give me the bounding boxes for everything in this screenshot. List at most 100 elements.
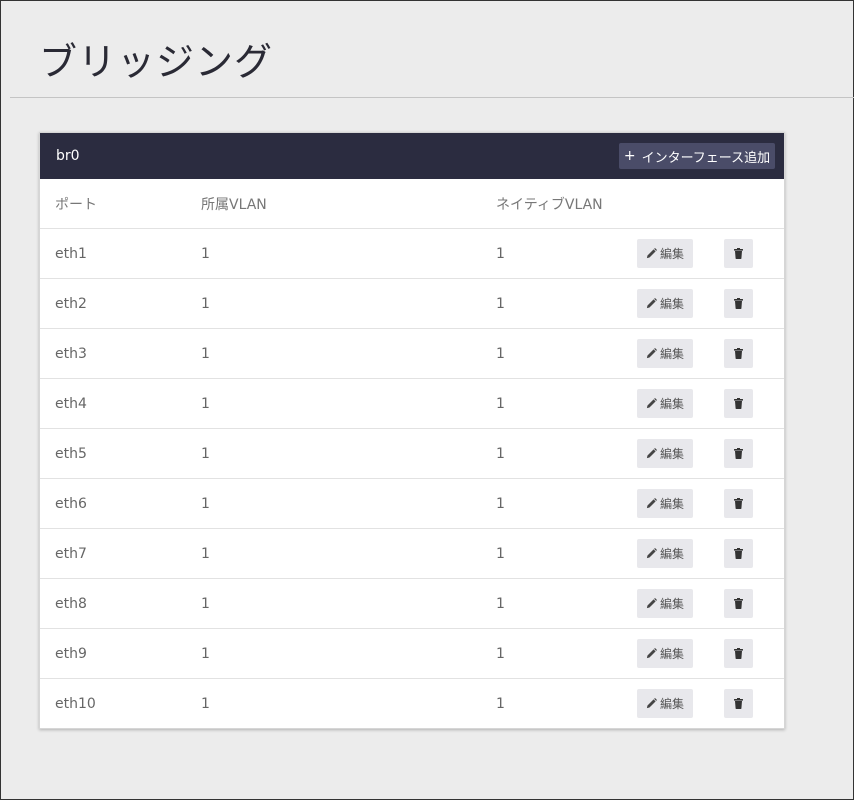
- table-row: eth8 1 1 編集: [40, 579, 784, 629]
- delete-button[interactable]: [724, 539, 753, 568]
- trash-icon: [734, 248, 743, 259]
- column-header-native-vlan: ネイティブVLAN: [496, 197, 603, 213]
- bridge-card-header: br0 + インターフェース追加: [40, 133, 784, 179]
- vlan-cell: 1: [201, 696, 210, 712]
- port-cell: eth8: [55, 596, 87, 612]
- pencil-icon: [646, 648, 657, 659]
- port-cell: eth2: [55, 296, 87, 312]
- edit-label: 編集: [659, 497, 684, 511]
- edit-button[interactable]: 編集: [637, 539, 693, 568]
- pencil-icon: [646, 598, 657, 609]
- edit-label: 編集: [659, 597, 684, 611]
- pencil-icon: [646, 398, 657, 409]
- trash-icon: [734, 298, 743, 309]
- edit-button[interactable]: 編集: [637, 389, 693, 418]
- native-vlan-cell: 1: [496, 296, 505, 312]
- port-table: ポート 所属VLAN ネイティブVLAN eth1 1 1 編集 eth2 1 …: [40, 179, 784, 729]
- vlan-cell: 1: [201, 596, 210, 612]
- bridge-card: br0 + インターフェース追加 ポート 所属VLAN ネイティブVLAN et…: [39, 132, 785, 729]
- table-row: eth4 1 1 編集: [40, 379, 784, 429]
- trash-icon: [734, 648, 743, 659]
- app-frame: ブリッジング br0 + インターフェース追加 ポート 所属VLAN ネイティブ…: [0, 0, 854, 800]
- column-header-port: ポート: [55, 197, 97, 213]
- edit-label: 編集: [659, 447, 684, 461]
- edit-label: 編集: [659, 347, 684, 361]
- table-row: eth9 1 1 編集: [40, 629, 784, 679]
- pencil-icon: [646, 348, 657, 359]
- edit-label: 編集: [659, 547, 684, 561]
- table-row: eth7 1 1 編集: [40, 529, 784, 579]
- trash-icon: [734, 348, 743, 359]
- vlan-cell: 1: [201, 296, 210, 312]
- native-vlan-cell: 1: [496, 496, 505, 512]
- pencil-icon: [646, 698, 657, 709]
- vlan-cell: 1: [201, 246, 210, 262]
- trash-icon: [734, 398, 743, 409]
- native-vlan-cell: 1: [496, 246, 505, 262]
- edit-button[interactable]: 編集: [637, 339, 693, 368]
- table-row: eth10 1 1 編集: [40, 679, 784, 729]
- port-cell: eth6: [55, 496, 87, 512]
- pencil-icon: [646, 298, 657, 309]
- port-cell: eth4: [55, 396, 87, 412]
- vlan-cell: 1: [201, 546, 210, 562]
- vlan-cell: 1: [201, 396, 210, 412]
- delete-button[interactable]: [724, 339, 753, 368]
- edit-label: 編集: [659, 647, 684, 661]
- pencil-icon: [646, 498, 657, 509]
- native-vlan-cell: 1: [496, 396, 505, 412]
- table-row: eth6 1 1 編集: [40, 479, 784, 529]
- port-cell: eth10: [55, 696, 96, 712]
- native-vlan-cell: 1: [496, 696, 505, 712]
- table-row: eth5 1 1 編集: [40, 429, 784, 479]
- vlan-cell: 1: [201, 496, 210, 512]
- vlan-cell: 1: [201, 646, 210, 662]
- trash-icon: [734, 548, 743, 559]
- native-vlan-cell: 1: [496, 346, 505, 362]
- edit-button[interactable]: 編集: [637, 589, 693, 618]
- pencil-icon: [646, 548, 657, 559]
- add-interface-button[interactable]: + インターフェース追加: [619, 143, 775, 169]
- pencil-icon: [646, 448, 657, 459]
- edit-button[interactable]: 編集: [637, 239, 693, 268]
- port-cell: eth5: [55, 446, 87, 462]
- edit-button[interactable]: 編集: [637, 689, 693, 718]
- edit-button[interactable]: 編集: [637, 289, 693, 318]
- port-cell: eth9: [55, 646, 87, 662]
- edit-button[interactable]: 編集: [637, 439, 693, 468]
- plus-icon: +: [623, 148, 636, 164]
- table-row: eth1 1 1 編集: [40, 229, 784, 279]
- vlan-cell: 1: [201, 346, 210, 362]
- pencil-icon: [646, 248, 657, 259]
- delete-button[interactable]: [724, 689, 753, 718]
- page-title: ブリッジング: [39, 40, 274, 84]
- port-cell: eth3: [55, 346, 87, 362]
- table-header-row: ポート 所属VLAN ネイティブVLAN: [40, 179, 784, 229]
- edit-button[interactable]: 編集: [637, 639, 693, 668]
- title-divider: [10, 97, 854, 98]
- column-header-vlan: 所属VLAN: [201, 197, 267, 213]
- edit-label: 編集: [659, 247, 684, 261]
- delete-button[interactable]: [724, 289, 753, 318]
- trash-icon: [734, 698, 743, 709]
- delete-button[interactable]: [724, 239, 753, 268]
- vlan-cell: 1: [201, 446, 210, 462]
- edit-label: 編集: [659, 397, 684, 411]
- delete-button[interactable]: [724, 389, 753, 418]
- edit-label: 編集: [659, 297, 684, 311]
- port-cell: eth7: [55, 546, 87, 562]
- delete-button[interactable]: [724, 589, 753, 618]
- delete-button[interactable]: [724, 489, 753, 518]
- table-row: eth3 1 1 編集: [40, 329, 784, 379]
- native-vlan-cell: 1: [496, 646, 505, 662]
- edit-label: 編集: [659, 697, 684, 711]
- port-cell: eth1: [55, 246, 87, 262]
- native-vlan-cell: 1: [496, 446, 505, 462]
- add-interface-label: インターフェース追加: [641, 150, 771, 166]
- delete-button[interactable]: [724, 639, 753, 668]
- trash-icon: [734, 448, 743, 459]
- native-vlan-cell: 1: [496, 546, 505, 562]
- edit-button[interactable]: 編集: [637, 489, 693, 518]
- table-row: eth2 1 1 編集: [40, 279, 784, 329]
- delete-button[interactable]: [724, 439, 753, 468]
